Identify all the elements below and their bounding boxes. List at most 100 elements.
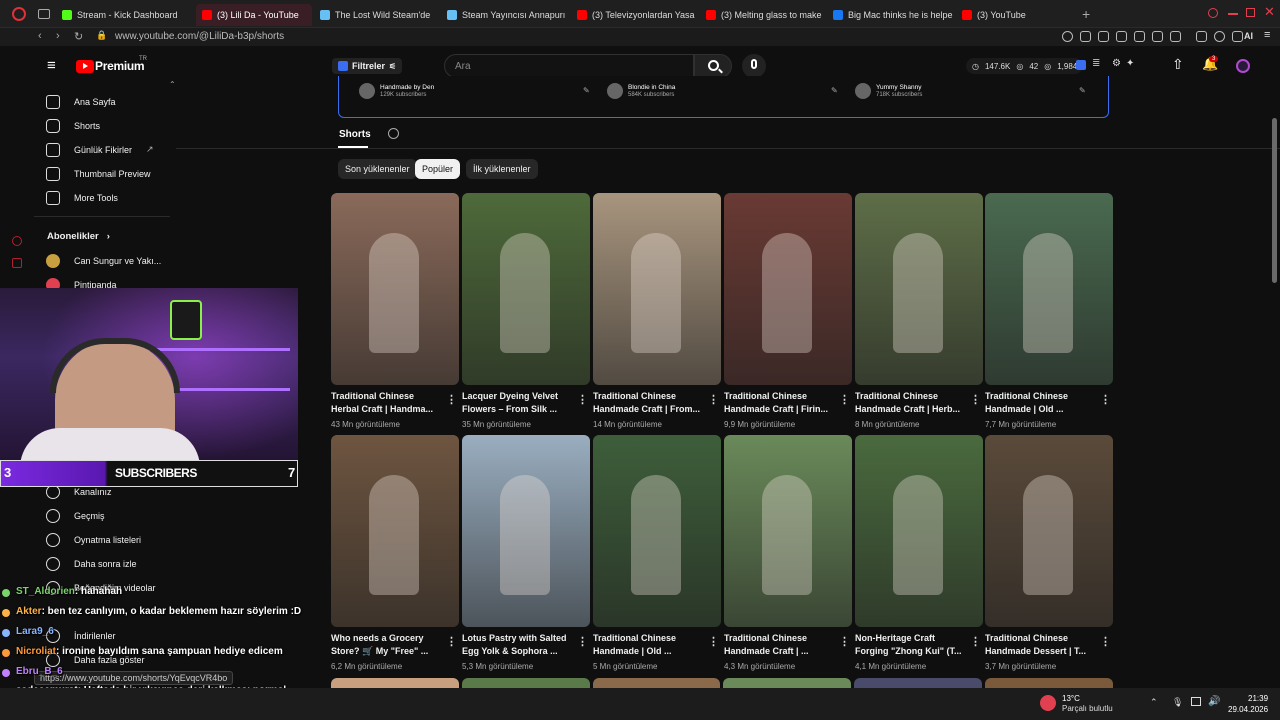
extension-icon[interactable]: [1134, 31, 1145, 42]
ext-tool-icon-3[interactable]: ✦: [1126, 58, 1134, 69]
sidebar-item[interactable]: Oynatma listeleri: [46, 530, 141, 550]
network-icon[interactable]: [1191, 697, 1201, 706]
sidebar-item[interactable]: Ana Sayfa: [46, 92, 116, 112]
short-title[interactable]: Traditional Chinese Handmade Craft | ...: [724, 632, 836, 658]
forward-icon[interactable]: ›: [56, 30, 60, 42]
short-title[interactable]: Lacquer Dyeing Velvet Flowers – From Sil…: [462, 390, 574, 416]
short-thumbnail[interactable]: [855, 435, 983, 627]
featured-channel[interactable]: Yummy Shanny 718K subscribers: [855, 83, 922, 99]
volume-icon[interactable]: 🔊: [1208, 696, 1220, 707]
subscription-item[interactable]: Can Sungur ve Yakı...: [46, 251, 161, 271]
pin-icon[interactable]: ✎: [583, 86, 590, 95]
short-thumbnail[interactable]: [593, 435, 721, 627]
zoom-icon[interactable]: [1062, 31, 1073, 42]
more-options-icon[interactable]: ⋮: [970, 635, 981, 648]
search-button[interactable]: [694, 54, 732, 78]
snapshot-icon[interactable]: [1098, 31, 1109, 42]
browser-tab[interactable]: (3) Lili Da - YouTube: [196, 4, 312, 26]
short-title[interactable]: Traditional Chinese Herbal Craft | Handm…: [331, 390, 443, 416]
more-options-icon[interactable]: ⋮: [577, 635, 588, 648]
pin-icon[interactable]: ✎: [831, 86, 838, 95]
more-options-icon[interactable]: ⋮: [708, 393, 719, 406]
more-options-icon[interactable]: ⋮: [577, 393, 588, 406]
browser-tab[interactable]: Big Mac thinks he is helpe: [827, 4, 953, 26]
short-title[interactable]: Non-Heritage Craft Forging "Zhong Kui" (…: [855, 632, 967, 658]
hamburger-menu-icon[interactable]: ≡: [47, 58, 56, 73]
search-tabs-icon[interactable]: [1208, 8, 1218, 18]
short-thumbnail[interactable]: [724, 193, 852, 385]
short-title[interactable]: Traditional Chinese Handmade Craft | Fro…: [593, 390, 705, 416]
left-edge-icon-2[interactable]: [12, 258, 22, 268]
sidebar-item[interactable]: Thumbnail Preview: [46, 164, 151, 184]
short-title[interactable]: Lotus Pastry with Salted Egg Yolk & Soph…: [462, 632, 574, 658]
upload-icon[interactable]: ⇧: [1172, 56, 1184, 73]
page-scrollbar[interactable]: [1272, 118, 1277, 283]
more-options-icon[interactable]: ⋮: [1100, 393, 1111, 406]
sidebar-item[interactable]: Daha sonra izle: [46, 554, 137, 574]
weather-icon[interactable]: [1040, 695, 1056, 711]
browser-tab[interactable]: Stream - Kick Dashboard: [56, 4, 192, 26]
short-thumbnail[interactable]: [855, 193, 983, 385]
sidebar-item[interactable]: Shorts: [46, 116, 100, 136]
short-thumbnail[interactable]: [462, 435, 590, 627]
maximize-button[interactable]: [1246, 8, 1255, 17]
menu-icon[interactable]: ≡: [1264, 29, 1270, 41]
short-title[interactable]: Who needs a Grocery Store? 🛒 My "Free" .…: [331, 632, 443, 658]
filter-chip[interactable]: Popüler: [415, 159, 461, 179]
sidebar-scroll-up-icon[interactable]: ⌃: [169, 80, 176, 89]
minimize-button[interactable]: [1228, 13, 1238, 15]
clock-date[interactable]: 29.04.2026: [1228, 705, 1268, 714]
reload-icon[interactable]: ↻: [74, 30, 83, 43]
extension-badge-icon[interactable]: [1076, 60, 1086, 70]
more-options-icon[interactable]: ⋮: [708, 635, 719, 648]
new-tab-button[interactable]: +: [1082, 6, 1090, 22]
more-options-icon[interactable]: ⋮: [839, 635, 850, 648]
account-icon[interactable]: [1214, 31, 1225, 42]
browser-tab[interactable]: The Lost Wild Steam'de: [314, 4, 438, 26]
filter-chip[interactable]: Son yüklenenler: [338, 159, 417, 179]
short-thumbnail[interactable]: [462, 193, 590, 385]
short-title[interactable]: Traditional Chinese Handmade Dessert | T…: [985, 632, 1097, 658]
sidebar-item[interactable]: Günlük Fikirler: [46, 140, 132, 160]
tab-shorts[interactable]: Shorts: [339, 129, 371, 140]
ext-tool-icon-2[interactable]: ⚙: [1112, 58, 1121, 69]
opera-logo-icon[interactable]: [12, 7, 26, 21]
microphone-tray-icon[interactable]: 🎙: [1172, 697, 1183, 708]
browser-tab[interactable]: (3) YouTube: [956, 4, 1066, 26]
search-input[interactable]: Ara: [444, 54, 694, 78]
clock-time[interactable]: 21:39: [1248, 694, 1268, 703]
more-options-icon[interactable]: ⋮: [839, 393, 850, 406]
browser-tab[interactable]: (3) Melting glass to make: [700, 4, 824, 26]
featured-channel[interactable]: Blondie in China 584K subscribers: [607, 83, 675, 99]
short-title[interactable]: Traditional Chinese Handmade Craft | Her…: [855, 390, 967, 416]
ext-tool-icon[interactable]: ≣: [1092, 58, 1100, 69]
short-thumbnail[interactable]: [985, 435, 1113, 627]
heart-icon[interactable]: [1170, 31, 1181, 42]
filter-button[interactable]: Filtreler ⚟: [332, 58, 403, 74]
more-options-icon[interactable]: ⋮: [446, 635, 457, 648]
subscriptions-header[interactable]: Abonelikler ›: [47, 231, 110, 242]
featured-channel[interactable]: Handmade by Den 129K subscribers: [359, 83, 434, 99]
pin-icon[interactable]: ✎: [1079, 86, 1086, 95]
vpn-icon[interactable]: [1116, 31, 1127, 42]
short-thumbnail[interactable]: [985, 193, 1113, 385]
filter-chip[interactable]: İlk yüklenenler: [466, 159, 538, 179]
more-options-icon[interactable]: ⋮: [446, 393, 457, 406]
sidebar-item[interactable]: More Tools: [46, 188, 118, 208]
back-icon[interactable]: ‹: [38, 30, 42, 42]
share-icon[interactable]: [1080, 31, 1091, 42]
browser-tab[interactable]: Steam Yayıncısı Annapurı: [441, 4, 567, 26]
voice-search-button[interactable]: [742, 54, 766, 78]
puzzle-icon[interactable]: [1196, 31, 1207, 42]
play-icon[interactable]: [1152, 31, 1163, 42]
sidebar-item[interactable]: İndirilenler: [46, 626, 116, 646]
browser-tab[interactable]: (3) Televizyonlardan Yasa: [571, 4, 697, 26]
short-thumbnail[interactable]: [593, 193, 721, 385]
short-thumbnail[interactable]: [331, 193, 459, 385]
more-options-icon[interactable]: ⋮: [970, 393, 981, 406]
ai-button[interactable]: AI: [1244, 31, 1253, 41]
short-title[interactable]: Traditional Chinese Handmade | Old ...: [593, 632, 705, 658]
sidebar-item[interactable]: Geçmiş: [46, 506, 105, 526]
close-window-button[interactable]: ✕: [1264, 4, 1275, 20]
short-title[interactable]: Traditional Chinese Handmade Craft | Fir…: [724, 390, 836, 416]
